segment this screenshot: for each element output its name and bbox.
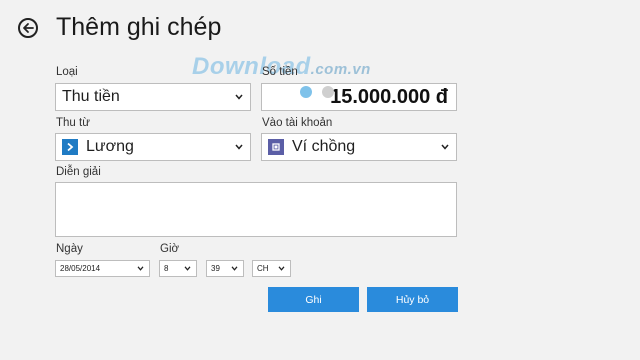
account-select-value: Ví chồng xyxy=(292,138,356,155)
back-button[interactable] xyxy=(18,18,38,38)
cancel-button[interactable]: Hủy bỏ xyxy=(367,287,458,312)
chevron-down-icon xyxy=(234,142,244,152)
chevron-down-icon xyxy=(135,264,145,274)
save-button[interactable]: Ghi xyxy=(268,287,359,312)
watermark-suffix: .com.vn xyxy=(310,61,371,78)
chevron-down-icon xyxy=(229,264,239,274)
type-select-value: Thu tiền xyxy=(62,88,120,105)
type-select[interactable]: Thu tiền xyxy=(55,83,251,111)
date-picker[interactable]: 28/05/2014 xyxy=(55,260,150,277)
salary-category-icon xyxy=(62,139,78,155)
watermark-dot xyxy=(322,86,334,98)
date-value: 28/05/2014 xyxy=(60,264,101,273)
ampm-value: CH xyxy=(257,264,269,273)
minute-value: 39 xyxy=(211,264,220,273)
source-select[interactable]: Lương xyxy=(55,133,251,161)
hour-select[interactable]: 8 xyxy=(159,260,197,277)
page-title: Thêm ghi chép xyxy=(56,13,222,41)
hour-value: 8 xyxy=(164,264,169,273)
account-label: Vào tài khoản xyxy=(262,117,333,129)
chevron-down-icon xyxy=(276,264,286,274)
ampm-select[interactable]: CH xyxy=(252,260,291,277)
account-select[interactable]: Ví chồng xyxy=(261,133,457,161)
watermark-dot xyxy=(300,86,312,98)
type-label: Loại xyxy=(56,66,78,78)
wallet-icon xyxy=(268,139,284,155)
chevron-down-icon xyxy=(234,92,244,102)
amount-label: Số tiền xyxy=(262,66,298,78)
source-label: Thu từ xyxy=(56,117,90,129)
description-textarea[interactable] xyxy=(55,182,457,237)
minute-select[interactable]: 39 xyxy=(206,260,244,277)
date-label: Ngày xyxy=(56,243,83,255)
back-arrow-icon xyxy=(23,23,34,33)
time-label: Giờ xyxy=(160,243,180,255)
chevron-down-icon xyxy=(182,264,192,274)
source-select-value: Lương xyxy=(86,138,134,155)
amount-input[interactable]: 15.000.000 đ xyxy=(261,83,457,111)
chevron-down-icon xyxy=(440,142,450,152)
description-label: Diễn giải xyxy=(56,166,101,178)
amount-value: 15.000.000 đ xyxy=(330,85,448,108)
